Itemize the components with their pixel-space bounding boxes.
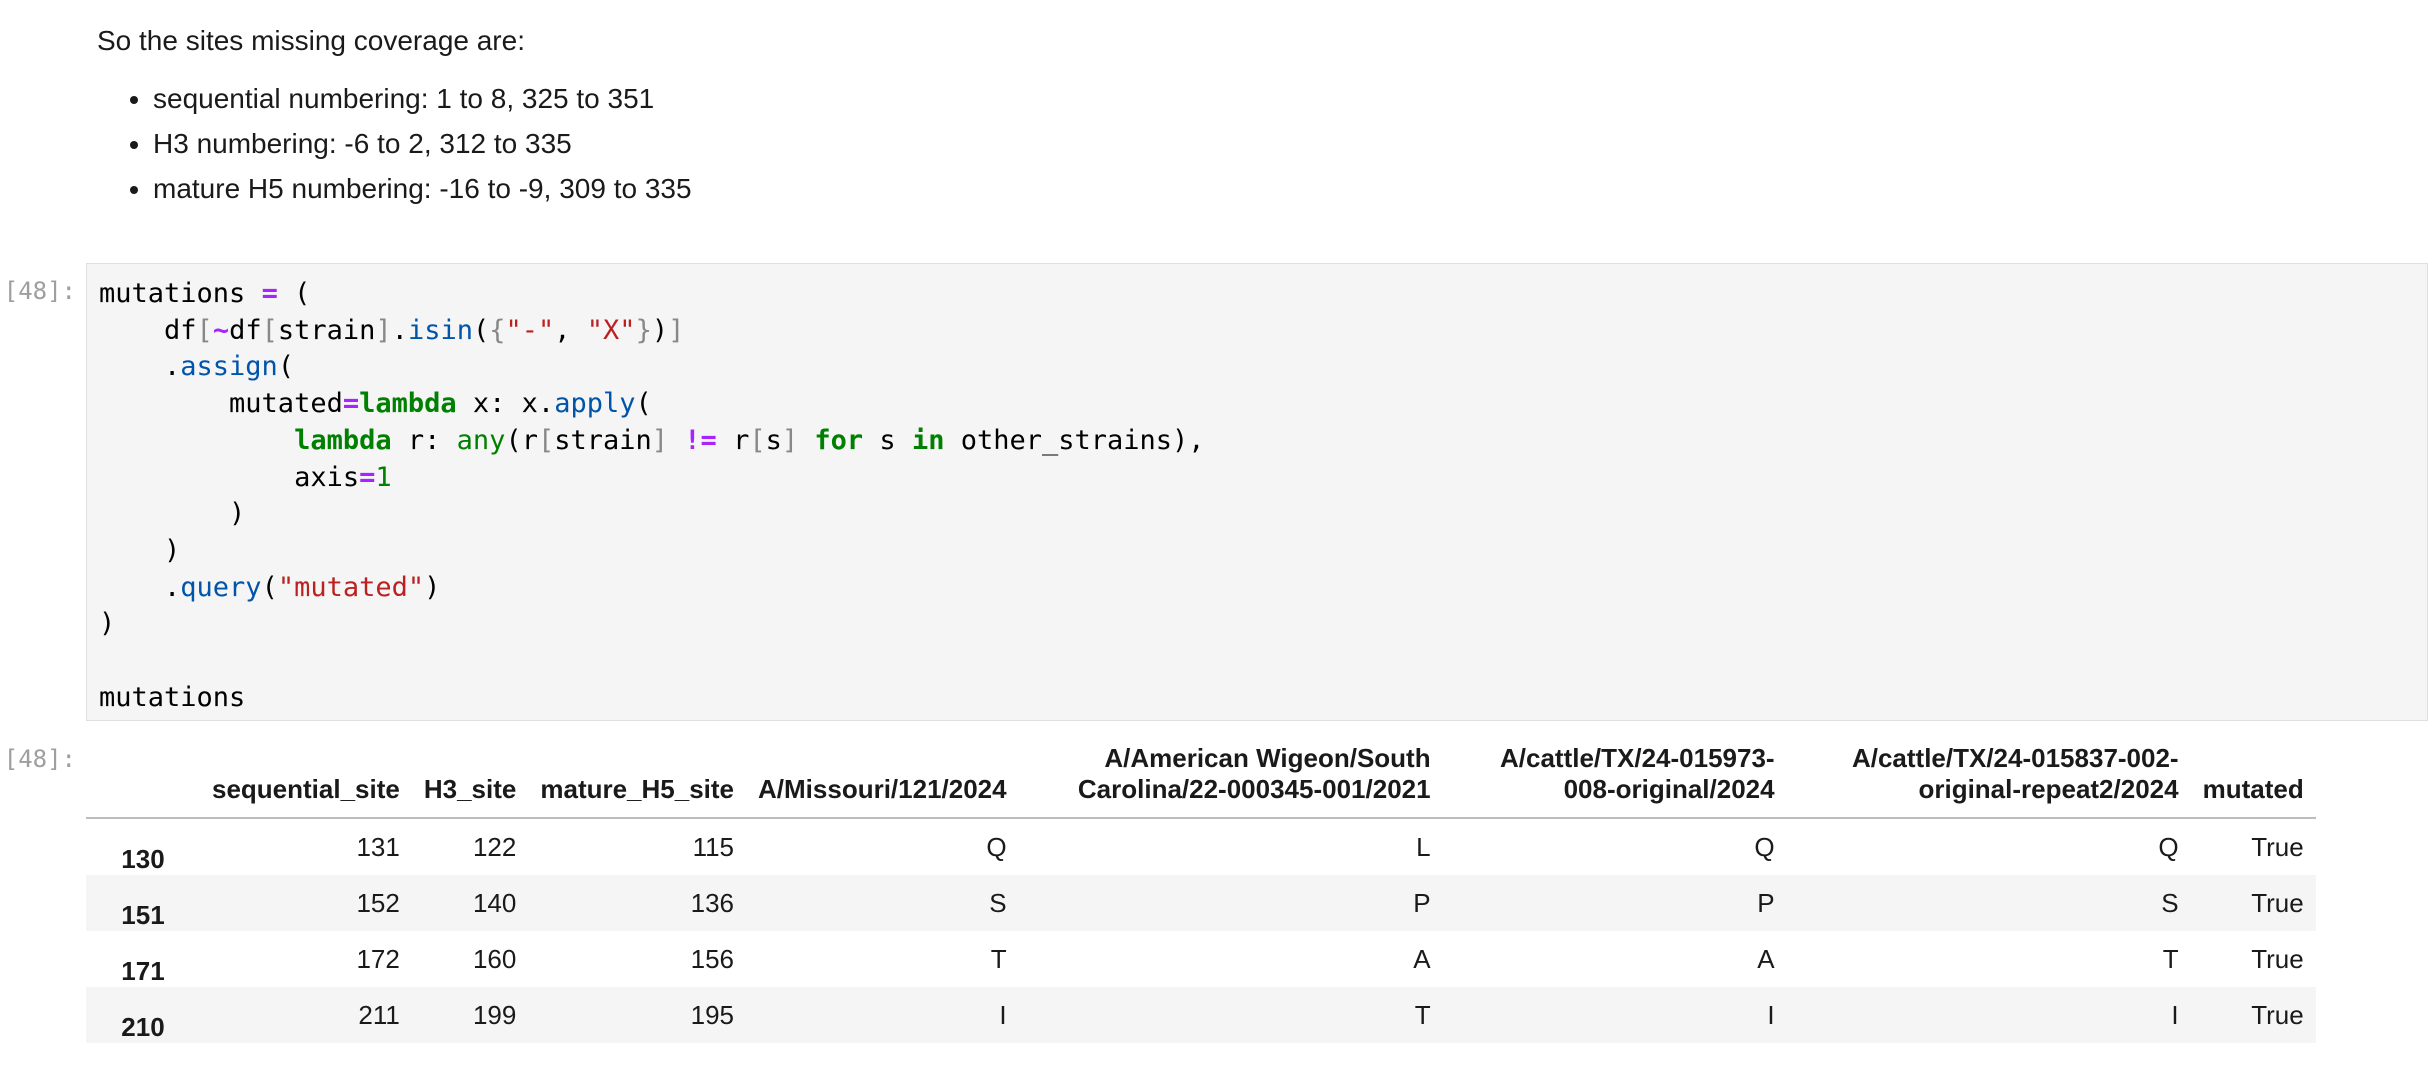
table-cell: I	[999, 999, 1007, 1030]
code-line: .assign(	[99, 351, 295, 383]
code-line: )	[99, 498, 246, 530]
table-cell: True	[2251, 831, 2304, 862]
table-cell: S	[989, 887, 1007, 918]
table-cell: 115	[692, 831, 735, 862]
table-cell: S	[2161, 887, 2179, 918]
table-cell: True	[2251, 999, 2304, 1030]
table-cell: L	[1416, 831, 1431, 862]
column-header: mutated	[2190, 735, 2316, 819]
column-header: H3_site	[411, 735, 529, 819]
index-header	[86, 735, 200, 819]
row-index: 130	[121, 844, 165, 874]
table-cell: A	[1757, 943, 1775, 974]
table-cell: 140	[472, 887, 517, 918]
code-line: .query("mutated")	[99, 571, 441, 603]
table-cell: T	[1414, 999, 1431, 1030]
markdown-cell: So the sites missing coverage are: seque…	[97, 20, 692, 213]
mutations-table: sequential_site H3_site mature_H5_site A…	[86, 735, 2316, 1043]
code-line: mutations = (	[99, 278, 311, 309]
table-cell: A	[1413, 943, 1431, 974]
row-index: 151	[121, 900, 165, 930]
code-line: )	[99, 534, 181, 566]
table-cell: Q	[2158, 831, 2179, 862]
code-line: df[~df[strain].isin({"-", "X"})]	[99, 314, 685, 346]
table-row: 151 152 140 136 S P P S True	[86, 875, 2316, 931]
code-line: mutated=lambda x: x.apply(	[99, 388, 652, 420]
table-row: 171 172 160 156 T A A T True	[86, 931, 2316, 987]
table-cell: 122	[472, 831, 517, 862]
table-cell: P	[1757, 887, 1775, 918]
table-cell: True	[2251, 887, 2304, 918]
code-editor[interactable]: mutations = ( df[~df[strain].isin({"-", …	[87, 264, 2427, 716]
table-cell: 160	[472, 943, 517, 974]
list-item: sequential numbering: 1 to 8, 325 to 351	[153, 78, 692, 120]
input-prompt: [48]:	[3, 277, 76, 305]
code-cell[interactable]: mutations = ( df[~df[strain].isin({"-", …	[86, 263, 2428, 721]
row-index: 171	[121, 956, 165, 986]
table-cell: 156	[690, 943, 735, 974]
coverage-list: sequential numbering: 1 to 8, 325 to 351…	[97, 78, 692, 210]
code-line: lambda r: any(r[strain] != r[s] for s in…	[294, 424, 1205, 456]
table-cell: T	[2162, 943, 2179, 974]
output-prompt: [48]:	[3, 745, 76, 773]
table-cell: 211	[358, 999, 400, 1030]
table-cell: 152	[356, 887, 400, 918]
table-cell: 136	[690, 887, 735, 918]
table-cell: T	[990, 943, 1007, 974]
code-line: )	[99, 608, 116, 640]
table-cell: I	[2171, 999, 2179, 1030]
output-area: sequential_site H3_site mature_H5_site A…	[86, 735, 2316, 1043]
markdown-intro: So the sites missing coverage are:	[97, 25, 525, 56]
column-header: A/American Wigeon/South Carolina/22-0003…	[1018, 735, 1443, 819]
column-header: mature_H5_site	[528, 735, 747, 819]
list-item: H3 numbering: -6 to 2, 312 to 335	[153, 123, 692, 165]
table-row: 130 131 122 115 Q L Q Q True	[86, 818, 2316, 875]
table-row: 210 211 199 195 I T I I True	[86, 987, 2316, 1043]
table-cell: 172	[356, 943, 400, 974]
code-line: mutations	[99, 681, 246, 713]
table-cell: True	[2251, 943, 2304, 974]
table-cell: Q	[986, 831, 1007, 862]
column-header: sequential_site	[200, 735, 412, 819]
table-cell: 199	[472, 999, 517, 1030]
code-line: axis=1	[99, 461, 392, 493]
column-header: A/cattle/TX/24-015837-002-original-repea…	[1786, 735, 2191, 819]
table-cell: P	[1413, 887, 1431, 918]
table-header-row: sequential_site H3_site mature_H5_site A…	[86, 735, 2316, 819]
column-header: A/cattle/TX/24-015973-008-original/2024	[1442, 735, 1787, 819]
list-item: mature H5 numbering: -16 to -9, 309 to 3…	[153, 168, 692, 210]
table-cell: Q	[1754, 831, 1775, 862]
row-index: 210	[121, 1012, 165, 1042]
table-cell: 195	[690, 999, 735, 1030]
table-cell: 131	[356, 831, 400, 862]
table-cell: I	[1767, 999, 1775, 1030]
column-header: A/Missouri/121/2024	[746, 735, 1019, 819]
